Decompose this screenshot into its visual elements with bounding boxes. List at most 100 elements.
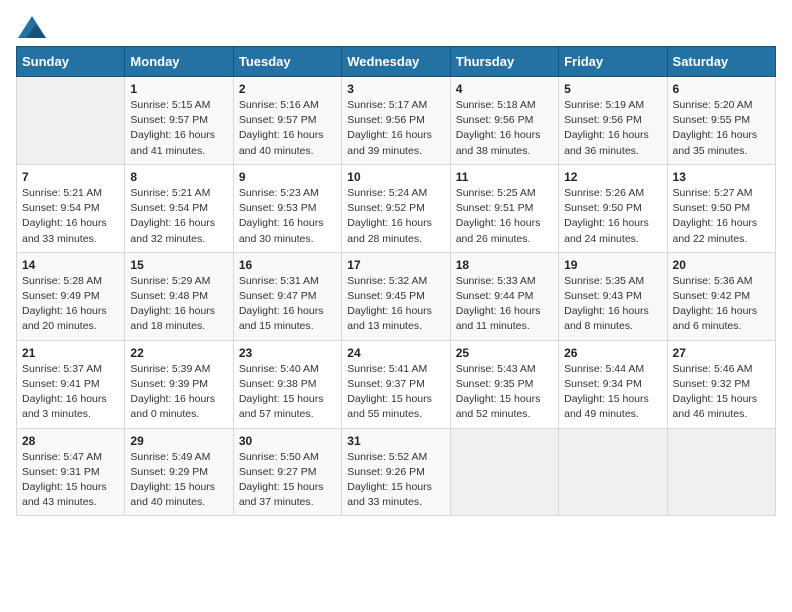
page-header <box>16 16 776 38</box>
day-number: 27 <box>673 346 770 360</box>
day-number: 19 <box>564 258 661 272</box>
calendar-week-row: 1 Sunrise: 5:15 AM Sunset: 9:57 PM Daylig… <box>17 77 776 165</box>
logo <box>16 16 46 38</box>
day-info: Sunrise: 5:27 AM Sunset: 9:50 PM Dayligh… <box>673 186 770 247</box>
day-info: Sunrise: 5:24 AM Sunset: 9:52 PM Dayligh… <box>347 186 444 247</box>
calendar-week-row: 28Sunrise: 5:47 AM Sunset: 9:31 PM Dayli… <box>17 428 776 516</box>
calendar-cell: 2 Sunrise: 5:16 AM Sunset: 9:57 PM Daylig… <box>233 77 341 165</box>
column-header-monday: Monday <box>125 47 233 77</box>
calendar-cell: 10 Sunrise: 5:24 AM Sunset: 9:52 PM Dayli… <box>342 164 450 252</box>
calendar-cell: 1 Sunrise: 5:15 AM Sunset: 9:57 PM Daylig… <box>125 77 233 165</box>
day-number: 9 <box>239 170 336 184</box>
day-info: Sunrise: 5:46 AM Sunset: 9:32 PM Dayligh… <box>673 362 770 423</box>
calendar-cell: 7Sunrise: 5:21 AM Sunset: 9:54 PM Daylig… <box>17 164 125 252</box>
calendar-cell <box>17 77 125 165</box>
day-number: 29 <box>130 434 227 448</box>
day-info: Sunrise: 5:52 AM Sunset: 9:26 PM Dayligh… <box>347 450 444 511</box>
day-info: Sunrise: 5:19 AM Sunset: 9:56 PM Dayligh… <box>564 98 661 159</box>
day-info: Sunrise: 5:25 AM Sunset: 9:51 PM Dayligh… <box>456 186 553 247</box>
day-number: 12 <box>564 170 661 184</box>
column-header-wednesday: Wednesday <box>342 47 450 77</box>
calendar-cell: 20Sunrise: 5:36 AM Sunset: 9:42 PM Dayli… <box>667 252 775 340</box>
day-number: 17 <box>347 258 444 272</box>
calendar-table: SundayMondayTuesdayWednesdayThursdayFrid… <box>16 46 776 516</box>
calendar-cell: 9Sunrise: 5:23 AM Sunset: 9:53 PM Daylig… <box>233 164 341 252</box>
day-info: Sunrise: 5:35 AM Sunset: 9:43 PM Dayligh… <box>564 274 661 335</box>
calendar-cell: 31 Sunrise: 5:52 AM Sunset: 9:26 PM Dayli… <box>342 428 450 516</box>
calendar-cell: 27 Sunrise: 5:46 AM Sunset: 9:32 PM Dayli… <box>667 340 775 428</box>
calendar-cell: 14Sunrise: 5:28 AM Sunset: 9:49 PM Dayli… <box>17 252 125 340</box>
calendar-cell <box>667 428 775 516</box>
day-info: Sunrise: 5:21 AM Sunset: 9:54 PM Dayligh… <box>22 186 119 247</box>
calendar-cell: 23Sunrise: 5:40 AM Sunset: 9:38 PM Dayli… <box>233 340 341 428</box>
calendar-cell: 26 Sunrise: 5:44 AM Sunset: 9:34 PM Dayli… <box>559 340 667 428</box>
calendar-cell: 16 Sunrise: 5:31 AM Sunset: 9:47 PM Dayli… <box>233 252 341 340</box>
day-number: 3 <box>347 82 444 96</box>
day-number: 18 <box>456 258 553 272</box>
day-info: Sunrise: 5:16 AM Sunset: 9:57 PM Dayligh… <box>239 98 336 159</box>
day-number: 21 <box>22 346 119 360</box>
day-number: 30 <box>239 434 336 448</box>
day-number: 24 <box>347 346 444 360</box>
day-info: Sunrise: 5:31 AM Sunset: 9:47 PM Dayligh… <box>239 274 336 335</box>
calendar-cell: 19 Sunrise: 5:35 AM Sunset: 9:43 PM Dayli… <box>559 252 667 340</box>
calendar-cell: 5 Sunrise: 5:19 AM Sunset: 9:56 PM Daylig… <box>559 77 667 165</box>
day-number: 5 <box>564 82 661 96</box>
calendar-cell: 4 Sunrise: 5:18 AM Sunset: 9:56 PM Daylig… <box>450 77 558 165</box>
day-number: 15 <box>130 258 227 272</box>
day-info: Sunrise: 5:26 AM Sunset: 9:50 PM Dayligh… <box>564 186 661 247</box>
calendar-cell: 15 Sunrise: 5:29 AM Sunset: 9:48 PM Dayli… <box>125 252 233 340</box>
day-info: Sunrise: 5:21 AM Sunset: 9:54 PM Dayligh… <box>130 186 227 247</box>
calendar-cell: 8Sunrise: 5:21 AM Sunset: 9:54 PM Daylig… <box>125 164 233 252</box>
day-number: 20 <box>673 258 770 272</box>
calendar-cell: 21 Sunrise: 5:37 AM Sunset: 9:41 PM Dayli… <box>17 340 125 428</box>
calendar-cell: 13 Sunrise: 5:27 AM Sunset: 9:50 PM Dayli… <box>667 164 775 252</box>
day-number: 22 <box>130 346 227 360</box>
day-number: 10 <box>347 170 444 184</box>
day-info: Sunrise: 5:15 AM Sunset: 9:57 PM Dayligh… <box>130 98 227 159</box>
day-number: 26 <box>564 346 661 360</box>
day-info: Sunrise: 5:37 AM Sunset: 9:41 PM Dayligh… <box>22 362 119 423</box>
day-info: Sunrise: 5:40 AM Sunset: 9:38 PM Dayligh… <box>239 362 336 423</box>
day-number: 4 <box>456 82 553 96</box>
day-info: Sunrise: 5:44 AM Sunset: 9:34 PM Dayligh… <box>564 362 661 423</box>
day-number: 25 <box>456 346 553 360</box>
logo-icon <box>18 16 46 38</box>
column-header-thursday: Thursday <box>450 47 558 77</box>
day-number: 1 <box>130 82 227 96</box>
calendar-week-row: 14Sunrise: 5:28 AM Sunset: 9:49 PM Dayli… <box>17 252 776 340</box>
day-info: Sunrise: 5:49 AM Sunset: 9:29 PM Dayligh… <box>130 450 227 511</box>
calendar-cell: 6 Sunrise: 5:20 AM Sunset: 9:55 PM Daylig… <box>667 77 775 165</box>
calendar-cell: 12 Sunrise: 5:26 AM Sunset: 9:50 PM Dayli… <box>559 164 667 252</box>
day-info: Sunrise: 5:50 AM Sunset: 9:27 PM Dayligh… <box>239 450 336 511</box>
day-info: Sunrise: 5:33 AM Sunset: 9:44 PM Dayligh… <box>456 274 553 335</box>
day-number: 16 <box>239 258 336 272</box>
day-info: Sunrise: 5:43 AM Sunset: 9:35 PM Dayligh… <box>456 362 553 423</box>
calendar-cell: 18 Sunrise: 5:33 AM Sunset: 9:44 PM Dayli… <box>450 252 558 340</box>
column-header-friday: Friday <box>559 47 667 77</box>
day-info: Sunrise: 5:32 AM Sunset: 9:45 PM Dayligh… <box>347 274 444 335</box>
day-info: Sunrise: 5:17 AM Sunset: 9:56 PM Dayligh… <box>347 98 444 159</box>
calendar-cell: 3 Sunrise: 5:17 AM Sunset: 9:56 PM Daylig… <box>342 77 450 165</box>
calendar-cell: 25 Sunrise: 5:43 AM Sunset: 9:35 PM Dayli… <box>450 340 558 428</box>
day-info: Sunrise: 5:41 AM Sunset: 9:37 PM Dayligh… <box>347 362 444 423</box>
day-info: Sunrise: 5:29 AM Sunset: 9:48 PM Dayligh… <box>130 274 227 335</box>
day-number: 13 <box>673 170 770 184</box>
calendar-cell: 24 Sunrise: 5:41 AM Sunset: 9:37 PM Dayli… <box>342 340 450 428</box>
calendar-week-row: 7Sunrise: 5:21 AM Sunset: 9:54 PM Daylig… <box>17 164 776 252</box>
calendar-cell: 17 Sunrise: 5:32 AM Sunset: 9:45 PM Dayli… <box>342 252 450 340</box>
day-info: Sunrise: 5:39 AM Sunset: 9:39 PM Dayligh… <box>130 362 227 423</box>
day-number: 14 <box>22 258 119 272</box>
calendar-cell: 30 Sunrise: 5:50 AM Sunset: 9:27 PM Dayli… <box>233 428 341 516</box>
day-info: Sunrise: 5:20 AM Sunset: 9:55 PM Dayligh… <box>673 98 770 159</box>
column-header-tuesday: Tuesday <box>233 47 341 77</box>
day-number: 2 <box>239 82 336 96</box>
day-number: 31 <box>347 434 444 448</box>
calendar-header-row: SundayMondayTuesdayWednesdayThursdayFrid… <box>17 47 776 77</box>
day-number: 6 <box>673 82 770 96</box>
day-number: 28 <box>22 434 119 448</box>
column-header-sunday: Sunday <box>17 47 125 77</box>
day-info: Sunrise: 5:18 AM Sunset: 9:56 PM Dayligh… <box>456 98 553 159</box>
calendar-cell: 11Sunrise: 5:25 AM Sunset: 9:51 PM Dayli… <box>450 164 558 252</box>
calendar-cell: 28Sunrise: 5:47 AM Sunset: 9:31 PM Dayli… <box>17 428 125 516</box>
